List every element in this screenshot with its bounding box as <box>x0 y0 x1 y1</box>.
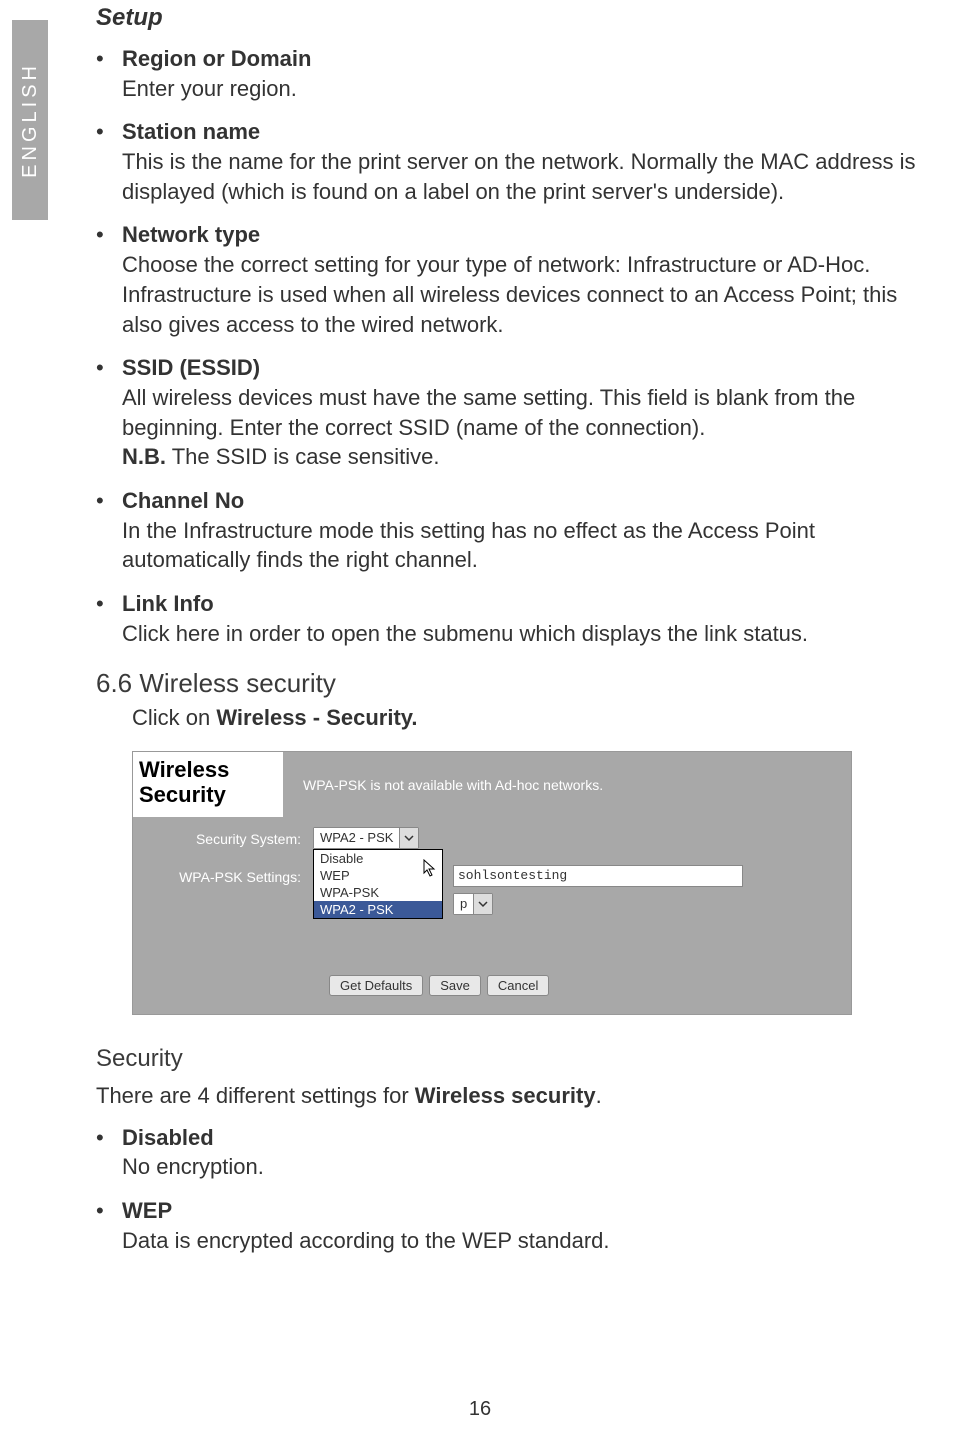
security-item-desc: Data is encrypted according to the WEP s… <box>122 1226 920 1256</box>
setup-item-desc: This is the name for the print server on… <box>122 147 920 206</box>
setup-heading: Setup <box>96 4 920 32</box>
language-label: ENGLISH <box>19 62 42 178</box>
cancel-button[interactable]: Cancel <box>487 975 549 996</box>
setup-list: Region or Domain Enter your region. Stat… <box>96 44 920 648</box>
ss-title-line2: Security <box>139 783 273 807</box>
setup-item-desc: Choose the correct setting for your type… <box>122 250 920 339</box>
setup-item-desc: Click here in order to open the submenu … <box>122 619 920 649</box>
page-number: 16 <box>0 1398 960 1421</box>
chevron-down-icon <box>474 894 492 914</box>
section-6-6-intro: Click on Wireless - Security. <box>132 705 920 731</box>
ssid-nb-label: N.B. <box>122 444 166 469</box>
security-line-bold: Wireless security <box>415 1083 596 1108</box>
dd-item-wpa2-psk[interactable]: WPA2 - PSK <box>314 901 442 918</box>
ss-title-box: Wireless Security <box>133 752 283 816</box>
wireless-security-screenshot: Wireless Security WPA-PSK is not availab… <box>132 751 852 1014</box>
ss-title-line1: Wireless <box>139 758 273 782</box>
cursor-icon <box>423 859 439 884</box>
ss-label-empty <box>149 893 313 897</box>
save-button[interactable]: Save <box>429 975 481 996</box>
intro-pre: Click on <box>132 705 216 730</box>
section-6-6-heading: 6.6 Wireless security <box>96 668 920 699</box>
setup-item-title: SSID (ESSID) <box>122 353 920 383</box>
security-item-title: WEP <box>122 1196 920 1226</box>
security-list: Disabled No encryption. WEP Data is encr… <box>96 1123 920 1256</box>
dd-item-wpa-psk[interactable]: WPA-PSK <box>314 884 442 901</box>
get-defaults-button[interactable]: Get Defaults <box>329 975 423 996</box>
setup-item-channel-no: Channel No In the Infrastructure mode th… <box>122 486 920 575</box>
ssid-desc-text: All wireless devices must have the same … <box>122 385 855 440</box>
security-intro: There are 4 different settings for Wirel… <box>96 1083 920 1109</box>
setup-item-title: Channel No <box>122 486 920 516</box>
ss-body: Security System: WPA2 - PSK Disable WEP … <box>133 817 851 1014</box>
security-item-disabled: Disabled No encryption. <box>122 1123 920 1182</box>
ss-button-row: Get Defaults Save Cancel <box>329 975 835 996</box>
security-system-select[interactable]: WPA2 - PSK <box>313 827 419 849</box>
setup-item-desc: All wireless devices must have the same … <box>122 383 920 472</box>
setup-item-title: Region or Domain <box>122 44 920 74</box>
setup-item-ssid: SSID (ESSID) All wireless devices must h… <box>122 353 920 472</box>
security-heading: Security <box>96 1045 920 1073</box>
setup-item-desc: Enter your region. <box>122 74 920 104</box>
ss-row-wpa-settings: WPA-PSK Settings: sohlsontesting <box>149 865 835 887</box>
wpa-text-input[interactable]: sohlsontesting <box>453 865 743 887</box>
security-item-title: Disabled <box>122 1123 920 1153</box>
ssid-nb-text: The SSID is case sensitive. <box>166 444 440 469</box>
security-item-desc: No encryption. <box>122 1152 920 1182</box>
setup-item-title: Link Info <box>122 589 920 619</box>
ss-note-text: WPA-PSK is not available with Ad-hoc net… <box>283 752 851 816</box>
ss-label-wpa: WPA-PSK Settings: <box>149 865 313 885</box>
ss-label-security: Security System: <box>149 827 313 847</box>
security-system-value: WPA2 - PSK <box>314 828 400 848</box>
security-item-wep: WEP Data is encrypted according to the W… <box>122 1196 920 1255</box>
setup-item-link-info: Link Info Click here in order to open th… <box>122 589 920 648</box>
security-line-pre: There are 4 different settings for <box>96 1083 415 1108</box>
ss-header: Wireless Security WPA-PSK is not availab… <box>133 752 851 816</box>
page-content: Setup Region or Domain Enter your region… <box>96 4 920 1270</box>
setup-item-title: Network type <box>122 220 920 250</box>
ss-row-small-select: p <box>149 893 835 915</box>
setup-item-desc: In the Infrastructure mode this setting … <box>122 516 920 575</box>
ss-controls-security: WPA2 - PSK Disable WEP WPA-PSK WPA2 - PS… <box>313 827 835 849</box>
language-tab: ENGLISH <box>12 20 48 220</box>
setup-item-station-name: Station name This is the name for the pr… <box>122 117 920 206</box>
chevron-down-icon <box>400 828 418 848</box>
ss-row-security-system: Security System: WPA2 - PSK Disable WEP … <box>149 827 835 849</box>
security-line-post: . <box>596 1083 602 1108</box>
setup-item-region: Region or Domain Enter your region. <box>122 44 920 103</box>
intro-bold: Wireless - Security. <box>216 705 417 730</box>
setup-item-network-type: Network type Choose the correct setting … <box>122 220 920 339</box>
wpa-small-select[interactable]: p <box>453 893 493 915</box>
setup-item-title: Station name <box>122 117 920 147</box>
wpa-small-value: p <box>454 894 474 914</box>
